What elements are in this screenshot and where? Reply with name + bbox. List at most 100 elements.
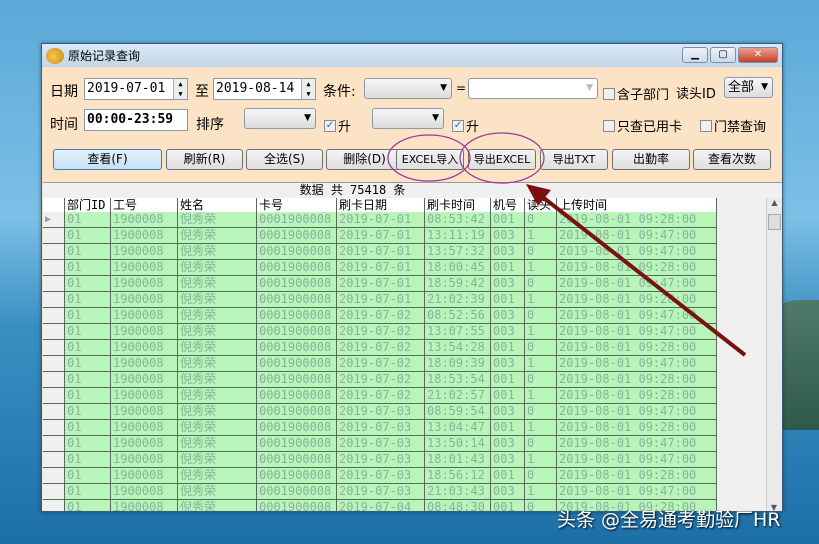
minimize-button[interactable]: ▁ [682, 47, 708, 63]
table-row[interactable]: 01 1900008 倪秀荣 0001900008 2019-07-01 21:02:39… [43, 292, 717, 308]
cell-employee-id: 1900008 [111, 468, 178, 484]
ascending-1-checkbox[interactable]: ✓ 升 [324, 116, 351, 135]
row-selector[interactable] [43, 324, 65, 340]
excel-import-button[interactable]: EXCEL导入 [396, 149, 464, 170]
vertical-scrollbar[interactable]: ▲ ▼ [766, 198, 782, 511]
time-range-input[interactable]: 00:00-23:59 [84, 109, 188, 131]
table-row[interactable]: 01 1900008 倪秀荣 0001900008 2019-07-03 18:56:12… [43, 468, 717, 484]
table-row[interactable]: 01 1900008 倪秀荣 0001900008 2019-07-02 08:52:56… [43, 308, 717, 324]
condition-field-select[interactable]: ▼ [364, 78, 452, 99]
row-selector[interactable] [43, 468, 65, 484]
row-selector[interactable] [43, 372, 65, 388]
include-sub-dept-checkbox[interactable]: 含子部门 [603, 84, 669, 103]
export-excel-button[interactable]: 导出EXCEL [468, 149, 536, 170]
cell-swipe-date: 2019-07-02 [337, 324, 425, 340]
row-selector[interactable] [43, 356, 65, 372]
date-label: 日期 [50, 84, 78, 100]
cell-swipe-date: 2019-07-01 [337, 260, 425, 276]
cell-swipe-date: 2019-07-03 [337, 404, 425, 420]
cell-reader: 1 [525, 228, 557, 244]
sort-field-2-select[interactable]: ▼ [372, 108, 444, 129]
table-row[interactable]: 01 1900008 倪秀荣 0001900008 2019-07-03 08:59:54… [43, 404, 717, 420]
cell-reader: 1 [525, 260, 557, 276]
row-selector[interactable] [43, 388, 65, 404]
reader-id-select[interactable]: 全部 ▼ [724, 77, 773, 98]
table-row[interactable]: 01 1900008 倪秀荣 0001900008 2019-07-03 18:01:43… [43, 452, 717, 468]
cell-dept-id: 01 [65, 500, 111, 511]
cell-employee-id: 1900008 [111, 452, 178, 468]
raw-record-query-window: 原始记录查询 ▁ ▢ ✕ 日期 2019-07-01 ▲ ▼ 至 2019-08-1… [41, 43, 783, 512]
cell-name: 倪秀荣 [178, 276, 257, 292]
row-selector[interactable] [43, 420, 65, 436]
condition-value-combo[interactable]: ▼ [468, 78, 598, 99]
table-row[interactable]: ▶ 01 1900008 倪秀荣 0001900008 2019-07-01 08:53:4… [43, 212, 717, 228]
table-row[interactable]: 01 1900008 倪秀荣 0001900008 2019-07-01 18:59:42… [43, 276, 717, 292]
row-selector[interactable] [43, 292, 65, 308]
current-row-indicator-icon[interactable]: ▶ [43, 212, 65, 228]
cell-upload-time: 2019-08-01 09:47:00 [557, 244, 717, 260]
cell-machine-no: 003 [491, 244, 525, 260]
table-row[interactable]: 01 1900008 倪秀荣 0001900008 2019-07-02 21:02:57… [43, 388, 717, 404]
view-count-button[interactable]: 查看次数 [693, 149, 771, 170]
table-row[interactable]: 01 1900008 倪秀荣 0001900008 2019-07-01 13:57:32… [43, 244, 717, 260]
access-query-label: 门禁查询 [714, 120, 767, 135]
cell-reader: 0 [525, 404, 557, 420]
table-row[interactable]: 01 1900008 倪秀荣 0001900008 2019-07-03 21:03:43… [43, 484, 717, 500]
row-selector[interactable] [43, 500, 65, 511]
date-to-value: 2019-08-14 [216, 81, 295, 96]
cell-upload-time: 2019-08-01 09:47:00 [557, 484, 717, 500]
table-row[interactable]: 01 1900008 倪秀荣 0001900008 2019-07-03 13:04:47… [43, 420, 717, 436]
row-selector[interactable] [43, 260, 65, 276]
reader-id-value: 全部 [728, 80, 755, 95]
cell-swipe-time: 18:56:12 [425, 468, 491, 484]
row-selector[interactable] [43, 276, 65, 292]
access-query-checkbox[interactable]: 门禁查询 [700, 116, 766, 135]
date-from-spinner[interactable]: ▲ ▼ [173, 79, 187, 99]
cell-employee-id: 1900008 [111, 324, 178, 340]
table-row[interactable]: 01 1900008 倪秀荣 0001900008 2019-07-02 18:53:54… [43, 372, 717, 388]
date-to-picker[interactable]: 2019-08-14 ▲ ▼ [213, 78, 316, 100]
cell-name: 倪秀荣 [178, 292, 257, 308]
cell-card-no: 0001900008 [257, 452, 337, 468]
only-used-cards-checkbox[interactable]: 只查已用卡 [603, 116, 682, 135]
export-txt-button[interactable]: 导出TXT [540, 149, 608, 170]
table-row[interactable]: 01 1900008 倪秀荣 0001900008 2019-07-02 13:54:28… [43, 340, 717, 356]
row-selector[interactable] [43, 340, 65, 356]
scroll-up-icon[interactable]: ▲ [767, 198, 782, 207]
row-selector[interactable] [43, 404, 65, 420]
table-row[interactable]: 01 1900008 倪秀荣 0001900008 2019-07-02 18:09:39… [43, 356, 717, 372]
table-row[interactable]: 01 1900008 倪秀荣 0001900008 2019-07-01 13:11:19… [43, 228, 717, 244]
row-selector[interactable] [43, 436, 65, 452]
select-all-button[interactable]: 全选(S) [246, 149, 323, 170]
cell-machine-no: 003 [491, 228, 525, 244]
cell-reader: 0 [525, 468, 557, 484]
date-to-spinner[interactable]: ▲ ▼ [301, 79, 315, 99]
table-row[interactable]: 01 1900008 倪秀荣 0001900008 2019-07-03 13:50:14… [43, 436, 717, 452]
maximize-button[interactable]: ▢ [710, 47, 736, 63]
table-row[interactable]: 01 1900008 倪秀荣 0001900008 2019-07-02 13:07:55… [43, 324, 717, 340]
refresh-button[interactable]: 刷新(R) [166, 149, 243, 170]
attendance-rate-button[interactable]: 出勤率 [612, 149, 690, 170]
view-button[interactable]: 查看(F) [53, 149, 162, 170]
cell-card-no: 0001900008 [257, 276, 337, 292]
cell-card-no: 0001900008 [257, 468, 337, 484]
row-selector[interactable] [43, 228, 65, 244]
cell-employee-id: 1900008 [111, 356, 178, 372]
cell-reader: 0 [525, 244, 557, 260]
ascending-1-label: 升 [338, 120, 352, 135]
row-selector[interactable] [43, 244, 65, 260]
date-from-picker[interactable]: 2019-07-01 ▲ ▼ [84, 78, 188, 100]
table-row[interactable]: 01 1900008 倪秀荣 0001900008 2019-07-01 18:00:45… [43, 260, 717, 276]
sort-field-1-select[interactable]: ▼ [244, 108, 316, 129]
row-selector[interactable] [43, 484, 65, 500]
scroll-thumb[interactable] [768, 214, 781, 230]
row-selector[interactable] [43, 308, 65, 324]
delete-button[interactable]: 删除(D) [326, 149, 403, 170]
ascending-2-checkbox[interactable]: ✓ 升 [452, 116, 479, 135]
cell-upload-time: 2019-08-01 09:28:00 [557, 372, 717, 388]
cell-upload-time: 2019-08-01 09:47:00 [557, 436, 717, 452]
close-button[interactable]: ✕ [738, 47, 778, 63]
cell-upload-time: 2019-08-01 09:28:00 [557, 260, 717, 276]
row-selector[interactable] [43, 452, 65, 468]
cell-swipe-time: 18:09:39 [425, 356, 491, 372]
